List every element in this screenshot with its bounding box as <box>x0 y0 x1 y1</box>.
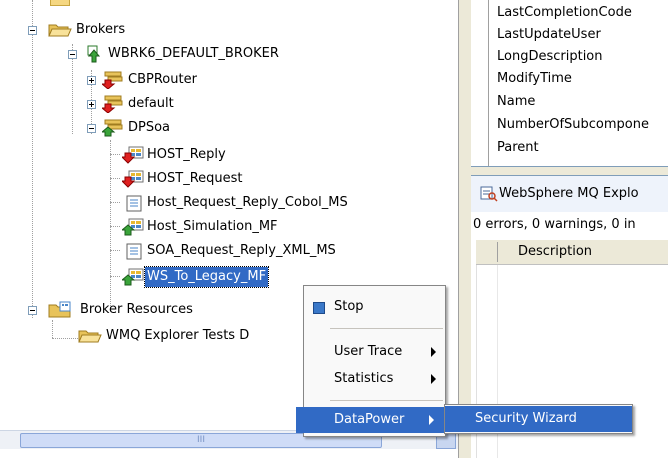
message-set-icon <box>126 195 142 212</box>
menu-item-datapower[interactable]: DataPower <box>296 407 445 433</box>
menu-item-label: Statistics <box>334 371 394 386</box>
tab-title: WebSphere MQ Explo <box>499 186 639 201</box>
menu-item-label: Stop <box>334 299 364 314</box>
tree-item-execution-group[interactable]: DPSoa <box>0 118 300 138</box>
property-name: ModifyTime <box>497 71 572 86</box>
message-flow-running-icon <box>122 218 144 236</box>
property-name: LastUpdateUser <box>497 27 601 42</box>
column-header-description[interactable]: Description <box>518 240 592 264</box>
property-name: NumberOfSubcompone <box>497 117 649 132</box>
submenu-arrow-icon <box>429 415 434 425</box>
menu-item-user-trace[interactable]: User Trace <box>304 339 445 365</box>
property-name: Parent <box>497 140 539 155</box>
panel-gap <box>471 167 668 175</box>
tree-item-label: WBRK6_DEFAULT_BROKER <box>108 46 279 61</box>
tree-item-message-flow-selected[interactable]: WS_To_Legacy_MF <box>0 266 300 288</box>
tree-item-label: SOA_Request_Reply_XML_MS <box>147 243 336 258</box>
clipped-folder-icon <box>50 0 70 6</box>
message-flow-stopped-icon <box>122 170 144 188</box>
tree-item-label: Brokers <box>76 22 126 37</box>
execution-group-stopped-icon <box>102 95 123 113</box>
tree-item-label: WMQ Explorer Tests D <box>106 328 250 343</box>
tree-item-message-flow[interactable]: HOST_Reply <box>0 145 300 165</box>
header-divider <box>497 242 498 262</box>
tree-item-execution-group[interactable]: default <box>0 94 300 114</box>
tree-item-label: WS_To_Legacy_MF <box>143 266 270 288</box>
tree-item-brokers[interactable]: Brokers <box>0 20 200 40</box>
tree-item-label: Host_Simulation_MF <box>147 219 278 234</box>
message-flow-running-icon <box>122 268 144 286</box>
expand-toggle[interactable] <box>87 76 96 85</box>
tree-item-label: DPSoa <box>128 120 171 135</box>
execution-group-stopped-icon <box>102 71 123 89</box>
menu-item-statistics[interactable]: Statistics <box>304 366 445 392</box>
menu-item-label: User Trace <box>334 344 403 359</box>
status-summary: 0 errors, 0 warnings, 0 in <box>473 217 636 232</box>
expand-toggle[interactable] <box>87 100 96 109</box>
tree-item-execution-group[interactable]: CBPRouter <box>0 70 300 90</box>
menu-item-label: Security Wizard <box>475 411 577 426</box>
property-name: LastCompletionCode <box>497 5 632 20</box>
tree-item-message-flow[interactable]: Host_Simulation_MF <box>0 217 300 237</box>
panel-splitter[interactable] <box>458 0 472 458</box>
menu-separator <box>330 400 443 401</box>
message-set-icon <box>126 243 142 260</box>
scrollbar-grip: III <box>197 435 205 445</box>
datapower-submenu: Security Wizard <box>444 404 633 434</box>
property-name: LongDescription <box>497 49 603 64</box>
collapse-toggle[interactable] <box>68 50 77 59</box>
menu-item-security-wizard[interactable]: Security Wizard <box>445 406 632 432</box>
mq-explorer-icon <box>480 186 498 202</box>
menu-item-stop[interactable]: Stop <box>304 294 445 320</box>
stop-icon <box>313 302 325 314</box>
tree-item-message-flow[interactable]: HOST_Request <box>0 169 300 189</box>
collapse-toggle[interactable] <box>28 26 37 35</box>
tree-item-label: default <box>128 96 174 111</box>
tree-item-broker[interactable]: WBRK6_DEFAULT_BROKER <box>0 44 300 64</box>
broker-resources-icon <box>48 301 71 318</box>
submenu-arrow-icon <box>431 347 436 357</box>
tree-item-label: Broker Resources <box>80 302 193 317</box>
tree-item-wmq-tests[interactable]: WMQ Explorer Tests D <box>0 326 300 346</box>
message-flow-stopped-icon <box>122 146 144 164</box>
scroll-left-arrow[interactable] <box>0 432 8 446</box>
tree-item-label: HOST_Request <box>147 171 243 186</box>
menu-item-label: DataPower <box>334 412 405 427</box>
submenu-arrow-icon <box>431 374 436 384</box>
collapse-toggle[interactable] <box>87 124 96 133</box>
tree-item-message-set[interactable]: SOA_Request_Reply_XML_MS <box>0 241 336 261</box>
property-name: Name <box>497 94 536 109</box>
tree-item-label: CBPRouter <box>128 72 197 87</box>
mq-explorer-tab[interactable]: WebSphere MQ Explo <box>471 175 668 212</box>
context-menu: Stop User Trace Statistics DataPower <box>296 285 446 437</box>
tree-item-label: Host_Request_Reply_Cobol_MS <box>147 195 348 210</box>
properties-column-divider <box>488 0 489 166</box>
tree-item-message-set[interactable]: Host_Request_Reply_Cobol_MS <box>0 193 348 213</box>
open-folder-icon <box>48 24 72 37</box>
menu-separator <box>330 328 443 329</box>
tree-item-broker-resources[interactable]: Broker Resources <box>0 300 300 320</box>
execution-group-running-icon <box>102 119 123 137</box>
folder-icon <box>78 330 102 343</box>
collapse-toggle[interactable] <box>28 306 37 315</box>
broker-icon <box>87 45 101 63</box>
tree-item-label: HOST_Reply <box>147 147 226 162</box>
